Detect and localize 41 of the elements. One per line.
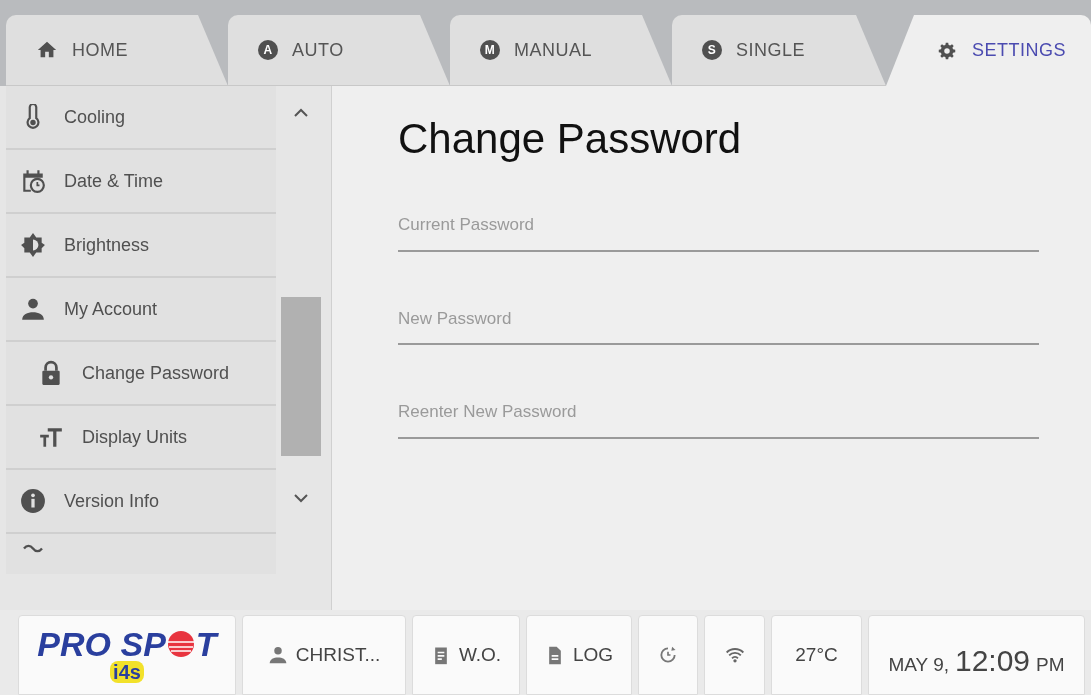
password-field[interactable]: New Password (398, 297, 1039, 346)
wifi-button[interactable] (704, 615, 765, 695)
date-text: MAY 9, (888, 653, 949, 677)
sidebar-item[interactable]: Brightness (6, 214, 276, 278)
brightness-icon (20, 232, 46, 258)
password-field[interactable]: Reenter New Password (398, 391, 1039, 439)
work-order-button[interactable]: W.O. (412, 615, 520, 695)
info-icon (20, 488, 46, 514)
sidebar-item[interactable]: Display Units (6, 406, 276, 470)
tab[interactable]: S SINGLE (672, 15, 886, 86)
password-field[interactable]: Current Password (398, 204, 1039, 252)
meridiem-text: PM (1036, 653, 1065, 677)
person-icon (20, 296, 46, 322)
sidebar-item[interactable]: Change Password (6, 342, 276, 406)
time-text: 12:09 (955, 643, 1031, 679)
letter-badge: A (258, 40, 278, 60)
temperature-reading: 27°C (771, 615, 862, 695)
calendar-clock-icon (20, 168, 46, 194)
tab[interactable]: A AUTO (228, 15, 450, 86)
log-button[interactable]: LOG (526, 615, 632, 695)
person-icon (267, 645, 288, 665)
letter-badge: S (702, 40, 722, 60)
sidebar-item[interactable]: Cooling (6, 86, 276, 150)
tab[interactable]: SETTINGS (886, 15, 1091, 86)
sidebar-item[interactable]: My Account (6, 278, 276, 342)
sidebar-item[interactable]: Version Info (6, 470, 276, 534)
chevron-down-icon[interactable] (294, 494, 308, 503)
user-button[interactable]: CHRIST... (242, 615, 406, 695)
scrollbar-thumb[interactable] (281, 297, 321, 456)
tab[interactable]: HOME (6, 15, 228, 86)
history-icon (658, 645, 678, 665)
page-title: Change Password (398, 114, 743, 164)
wifi-icon (724, 645, 745, 665)
brand-logo: PRO SP T (37, 627, 217, 661)
brand-badge: i4s (110, 661, 144, 683)
sidebar-item[interactable]: Date & Time (6, 150, 276, 214)
letter-badge: M (480, 40, 500, 60)
chevron-up-icon[interactable] (294, 108, 308, 117)
ball-icon (165, 629, 196, 659)
history-button[interactable] (638, 615, 698, 695)
tab[interactable]: M MANUAL (450, 15, 672, 86)
